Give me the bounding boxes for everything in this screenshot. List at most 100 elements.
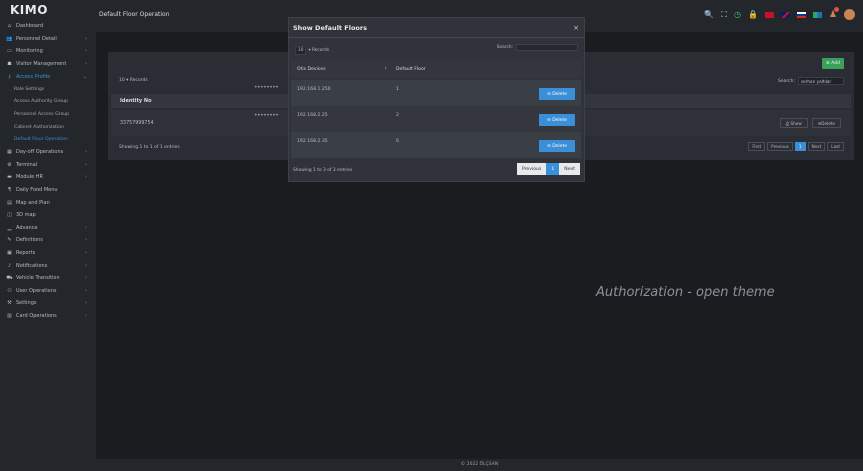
sidebar-item-definitions[interactable]: ✎ Definitions › xyxy=(0,234,96,247)
lock-icon[interactable]: 🔒 xyxy=(748,10,758,19)
gear-icon: ⚙ xyxy=(7,161,12,168)
delete-button[interactable]: ⊖Delete xyxy=(811,118,841,128)
sidebar: KIMO ⌂ Dashboard 👥 Personnel Detail › ▭ Monito… xyxy=(0,0,96,471)
show-button[interactable]: ⎙ Show xyxy=(779,118,808,128)
floor-cell: 2 xyxy=(396,113,399,118)
records-size[interactable]: 10 xyxy=(295,46,307,55)
dots-decoration: •••••••• xyxy=(254,112,279,119)
avatar[interactable] xyxy=(844,9,855,20)
modal-row: 192.168.2.35 6 ⊖ Delete xyxy=(291,132,581,158)
food-icon: ¶ xyxy=(7,187,12,194)
modal-row: 192.168.2.25 2 ⊖ Delete xyxy=(291,106,581,132)
modal-search-group: Search: xyxy=(497,44,578,51)
sidebar-item-advance[interactable]: ▁ Advance › xyxy=(0,222,96,235)
sidebar-item-reports[interactable]: ▣ Reports › xyxy=(0,247,96,260)
notification-icon[interactable]: ♟ xyxy=(829,6,839,20)
watermark-text: Authorization - open theme xyxy=(596,285,775,300)
close-icon[interactable]: × xyxy=(573,24,579,32)
chevron-icon: › xyxy=(85,312,87,319)
page-title: Default Floor Operation xyxy=(99,11,170,18)
pager-last[interactable]: Last xyxy=(827,142,844,151)
modal-row: 192.168.1.250 1 ⊖ Delete xyxy=(291,80,581,106)
modal-search-input[interactable] xyxy=(516,44,578,51)
sidebar-subitem[interactable]: Cabinet Authorization xyxy=(0,121,96,134)
monitor-icon: ▭ xyxy=(7,48,12,55)
floor-cell: 6 xyxy=(396,139,399,144)
user-ops-icon: ⚇ xyxy=(7,287,12,294)
clock-icon[interactable]: ◷ xyxy=(734,10,741,19)
sidebar-subitem[interactable]: Personnel Access Group xyxy=(0,108,96,121)
bell-icon: ♪ xyxy=(7,262,12,269)
sidebar-item-map-and-plan[interactable]: ▤ Map and Plan xyxy=(0,196,96,209)
col-default-floor[interactable]: Default Floor xyxy=(396,67,426,72)
car-icon: ⛟ xyxy=(6,274,13,281)
pager-page-1[interactable]: 1 xyxy=(794,142,806,151)
chevron-icon: › xyxy=(85,174,87,181)
flag-uk-icon[interactable] xyxy=(780,11,790,18)
records-select[interactable]: 10 ▾ Records xyxy=(119,78,148,83)
sidebar-item-monitoring[interactable]: ▭ Monitoring › xyxy=(0,45,96,58)
sidebar-subitem[interactable]: Role Settings xyxy=(0,83,96,96)
sidebar-item-vehicle-transition[interactable]: ⛟ Vehicle Transition › xyxy=(0,272,96,285)
delete-button[interactable]: ⊖ Delete xyxy=(539,114,575,126)
row-actions: ⎙ Show ⊖Delete xyxy=(779,118,841,128)
sidebar-item-visitor-management[interactable]: ☗ Visitor Management › xyxy=(0,58,96,71)
app-logo[interactable]: KIMO xyxy=(0,0,96,20)
modal-table-header: Otis Devices ↑ Default Floor xyxy=(291,61,581,78)
sidebar-item-settings[interactable]: ⚒ Settings › xyxy=(0,297,96,310)
sidebar-item-dashboard[interactable]: ⌂ Dashboard xyxy=(0,20,96,33)
sidebar-item-personnel-detail[interactable]: 👥 Personnel Detail › xyxy=(0,33,96,46)
sidebar-item-day-off-operations[interactable]: ▦ Day-off Operations › xyxy=(0,146,96,159)
sidebar-item-label: Module HR xyxy=(16,174,44,181)
chevron-icon: › xyxy=(85,287,87,294)
modal-title: Show Default Floors xyxy=(289,18,584,38)
map-icon: ▤ xyxy=(7,199,12,206)
flag-ru-icon[interactable] xyxy=(796,11,806,18)
sidebar-item-terminal[interactable]: ⚙ Terminal › xyxy=(0,159,96,172)
sidebar-item-module-hr[interactable]: ▬ Module HR › xyxy=(0,171,96,184)
delete-button[interactable]: ⊖ Delete xyxy=(539,140,575,152)
pager-next[interactable]: Next xyxy=(807,142,826,151)
sidebar-item-access-profile[interactable]: ⚷ Access Profile ⌄ xyxy=(0,70,96,83)
users-icon: 👥 xyxy=(6,35,13,42)
chevron-icon: › xyxy=(85,35,87,42)
sidebar-subitem[interactable]: Default Floor Operation xyxy=(0,133,96,146)
modal-pager-previous[interactable]: Previous xyxy=(516,163,547,175)
chevron-icon: › xyxy=(85,61,87,68)
modal-pager-page-1[interactable]: 1 xyxy=(546,163,560,175)
search-icon[interactable]: 🔍 xyxy=(704,10,714,19)
sidebar-item-label: Notifications xyxy=(16,262,48,269)
sidebar-item-label: Monitoring xyxy=(16,48,43,55)
identity-cell: 33757999754 xyxy=(120,120,154,126)
modal-pager-next[interactable]: Next xyxy=(559,163,580,175)
modal-search-label: Search: xyxy=(496,45,513,50)
sidebar-item-label: Daily Food Menu xyxy=(16,187,58,194)
footer: © 2022 ÖLÇSAN xyxy=(96,459,863,471)
sidebar-item-label: 3D map xyxy=(16,212,36,219)
sidebar-item-label: Definitions xyxy=(16,237,43,244)
col-otis-devices[interactable]: Otis Devices xyxy=(297,67,326,72)
sidebar-subitem[interactable]: Access Authority Group xyxy=(0,96,96,109)
delete-button[interactable]: ⊖ Delete xyxy=(539,88,575,100)
expand-icon[interactable]: ⛶ xyxy=(721,10,727,20)
sidebar-item-user-operations[interactable]: ⚇ User Operations › xyxy=(0,284,96,297)
add-button[interactable]: ⊕ Add xyxy=(822,58,844,69)
sidebar-item-daily-food-menu[interactable]: ¶ Daily Food Menu xyxy=(0,184,96,197)
flag-tr-icon[interactable] xyxy=(764,11,774,18)
search-input[interactable]: serhan yaltılar xyxy=(798,77,844,85)
sidebar-item-card-operations[interactable]: ▥ Card Operations › xyxy=(0,310,96,323)
sidebar-item-label: Map and Plan xyxy=(16,199,50,206)
sidebar-item-label: User Operations xyxy=(16,287,57,294)
pager-previous[interactable]: Previous xyxy=(767,142,793,151)
chevron-icon: › xyxy=(85,249,87,256)
sidebar-item-label: Day-off Operations xyxy=(16,149,64,156)
flag-other-icon[interactable] xyxy=(812,11,822,18)
modal-records-select[interactable]: 10 ▾ Records xyxy=(295,46,329,55)
sidebar-item-notifications[interactable]: ♪ Notifications › xyxy=(0,259,96,272)
records-label: ▾ Records xyxy=(308,48,330,53)
sidebar-item-3d-map[interactable]: ◫ 3D map xyxy=(0,209,96,222)
sort-icon[interactable]: ↑ xyxy=(384,67,388,72)
chevron-icon: › xyxy=(85,262,87,269)
search-label: Search: xyxy=(778,78,795,84)
pager-first[interactable]: First xyxy=(748,142,766,151)
